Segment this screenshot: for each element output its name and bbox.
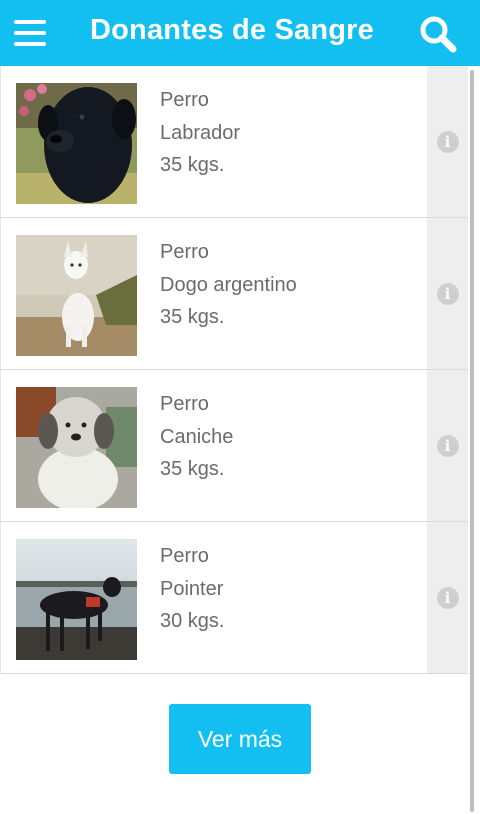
donor-weight: 35 kgs. <box>160 154 225 176</box>
donor-photo <box>16 83 137 204</box>
app-bar: Donantes de Sangre <box>0 0 480 66</box>
donor-info: Perro Labrador 35 kgs. <box>160 84 240 182</box>
menu-button[interactable] <box>14 20 46 46</box>
donor-weight: 35 kgs. <box>160 306 225 328</box>
scrollbar[interactable] <box>470 70 474 812</box>
search-icon <box>420 16 457 53</box>
donor-photo <box>16 387 137 508</box>
donor-breed: Labrador <box>160 121 241 144</box>
info-button[interactable]: i <box>427 66 468 217</box>
donor-breed: Pointer <box>160 577 224 600</box>
info-button[interactable]: i <box>427 218 468 369</box>
donor-info: Perro Caniche 35 kgs. <box>160 388 233 486</box>
donor-species: Perro <box>160 89 209 111</box>
info-button[interactable]: i <box>427 370 468 521</box>
donor-species: Perro <box>160 393 209 415</box>
see-more-button[interactable]: Ver más <box>169 704 311 774</box>
donor-breed: Caniche <box>160 425 234 448</box>
info-button[interactable]: i <box>427 522 468 673</box>
list-item[interactable]: Perro Dogo argentino 35 kgs. i <box>0 218 468 370</box>
list-item[interactable]: Perro Caniche 35 kgs. i <box>0 370 468 522</box>
info-icon: i <box>436 130 459 153</box>
info-icon: i <box>436 282 459 305</box>
donor-photo <box>16 235 137 356</box>
search-button[interactable] <box>418 14 458 54</box>
list-item[interactable]: Perro Labrador 35 kgs. i <box>0 66 468 218</box>
donor-photo <box>16 539 137 660</box>
hamburger-menu-icon <box>14 20 46 24</box>
donor-list: Perro Labrador 35 kgs. i Perro Dogo arge… <box>0 66 480 674</box>
donor-breed: Dogo argentino <box>160 273 297 296</box>
donor-species: Perro <box>160 241 209 263</box>
info-icon: i <box>436 434 459 457</box>
donor-species: Perro <box>160 545 209 567</box>
donor-weight: 35 kgs. <box>160 458 225 480</box>
list-item[interactable]: Perro Pointer 30 kgs. i <box>0 522 468 674</box>
info-icon: i <box>436 586 459 609</box>
donor-info: Perro Dogo argentino 35 kgs. <box>160 236 297 334</box>
page-title: Donantes de Sangre <box>90 14 374 46</box>
donor-info: Perro Pointer 30 kgs. <box>160 540 224 638</box>
donor-weight: 30 kgs. <box>160 610 225 632</box>
